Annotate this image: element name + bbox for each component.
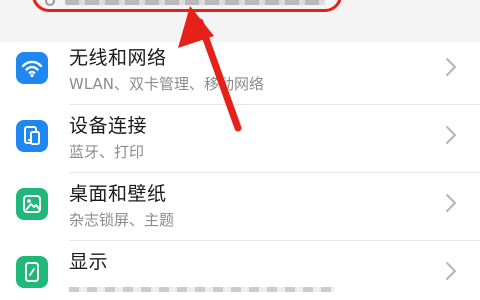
wallpaper-icon [16,188,48,220]
divider [69,172,480,173]
settings-item-wireless-networks[interactable]: 无线和网络 WLAN、双卡管理、移动网络 [0,42,480,105]
search-placeholder-blurred [65,0,325,5]
chevron-right-icon [446,126,456,144]
device-connection-icon [16,120,48,152]
settings-item-home-wallpaper[interactable]: 桌面和壁纸 杂志锁屏、主题 [0,178,480,241]
chevron-right-icon [446,58,456,76]
settings-screen: 无线和网络 WLAN、双卡管理、移动网络 设备连接 蓝牙、打印 桌面和壁纸 杂志… [0,0,480,300]
settings-item-subtitle: 杂志锁屏、主题 [69,211,175,229]
settings-item-title: 无线和网络 [69,47,167,69]
chevron-right-icon [446,194,456,212]
subtitle-blurred [69,287,334,292]
settings-list: 无线和网络 WLAN、双卡管理、移动网络 设备连接 蓝牙、打印 桌面和壁纸 杂志… [0,42,480,300]
search-icon [45,0,55,6]
settings-item-device-connection[interactable]: 设备连接 蓝牙、打印 [0,110,480,173]
wifi-icon [16,52,48,84]
chevron-right-icon [446,262,456,280]
settings-item-title: 显示 [69,251,109,273]
settings-item-title: 桌面和壁纸 [69,183,167,205]
settings-item-title: 设备连接 [69,115,148,137]
search-input[interactable] [32,0,342,12]
search-bar-area [0,0,480,24]
display-icon [16,256,48,288]
settings-item-display[interactable]: 显示 [0,246,480,300]
section-gap [0,24,480,42]
divider [69,240,480,241]
divider [69,104,480,105]
settings-item-subtitle: WLAN、双卡管理、移动网络 [69,75,265,93]
settings-item-subtitle: 蓝牙、打印 [69,143,145,161]
